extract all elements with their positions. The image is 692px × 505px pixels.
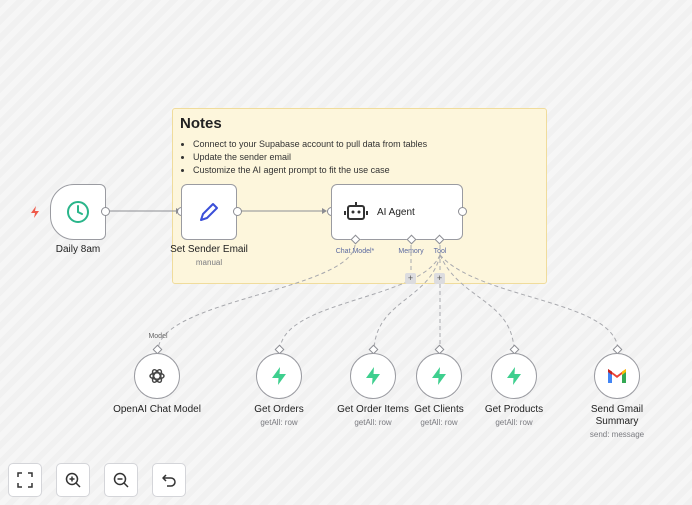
node-subtitle: getAll: row xyxy=(495,418,533,427)
node-label: Get Order Items xyxy=(337,404,409,415)
fit-view-button[interactable] xyxy=(8,463,42,497)
trigger-bolt-icon xyxy=(29,205,41,223)
get-order-items-node[interactable] xyxy=(350,353,396,399)
node-label: Daily 8am xyxy=(55,244,101,255)
node-label: Get Orders xyxy=(254,404,304,415)
gmail-icon xyxy=(608,369,626,383)
add-tool-button[interactable]: + xyxy=(434,273,445,284)
agent-title: AI Agent xyxy=(377,206,415,218)
node-label: Get Products xyxy=(484,404,544,415)
supabase-icon xyxy=(432,367,446,385)
fullscreen-icon xyxy=(17,472,33,488)
tool-port-label: Tool xyxy=(433,248,447,255)
memory-port-label: Memory xyxy=(398,248,424,255)
ai-agent-node[interactable]: AI Agent xyxy=(331,184,463,240)
openai-icon xyxy=(149,369,165,383)
supabase-icon xyxy=(507,367,521,385)
node-subtitle: manual xyxy=(195,258,223,267)
node-label: Send Gmail xyxy=(590,404,644,415)
pen-icon xyxy=(200,203,218,221)
get-clients-node[interactable] xyxy=(416,353,462,399)
connection-tool-gmail xyxy=(439,254,619,351)
node-label: Set Sender Email xyxy=(170,244,248,255)
clock-icon xyxy=(67,201,89,223)
get-products-node[interactable] xyxy=(491,353,537,399)
output-port[interactable] xyxy=(458,207,467,216)
supabase-icon xyxy=(272,367,286,385)
set-sender-node[interactable] xyxy=(181,184,237,240)
node-label-line2: Summary xyxy=(595,416,639,427)
get-orders-node[interactable] xyxy=(256,353,302,399)
node-label: Get Clients xyxy=(414,404,464,415)
zoom-out-icon xyxy=(113,472,129,488)
chat-model-port-label: Chat Model* xyxy=(335,248,375,255)
send-gmail-node[interactable] xyxy=(594,353,640,399)
zoom-in-button[interactable] xyxy=(56,463,90,497)
supabase-icon xyxy=(366,367,380,385)
connection-model xyxy=(157,244,356,351)
node-subtitle: getAll: row xyxy=(260,418,298,427)
output-port[interactable] xyxy=(101,207,110,216)
subnode-connections xyxy=(157,244,619,351)
node-subtitle: send: message xyxy=(589,430,645,439)
zoom-out-button[interactable] xyxy=(104,463,138,497)
connection-tool-orders xyxy=(279,254,441,351)
connection-tool-products xyxy=(439,254,515,351)
connection-tool-order-items xyxy=(373,254,441,351)
zoom-in-icon xyxy=(65,472,81,488)
node-label: OpenAI Chat Model xyxy=(113,404,201,415)
output-port[interactable] xyxy=(233,207,242,216)
model-port-label: Model xyxy=(148,333,168,340)
add-memory-button[interactable]: + xyxy=(405,273,416,284)
undo-button[interactable] xyxy=(152,463,186,497)
robot-icon xyxy=(344,202,368,220)
node-subtitle: getAll: row xyxy=(354,418,392,427)
node-subtitle: getAll: row xyxy=(420,418,458,427)
undo-icon xyxy=(162,474,176,487)
trigger-node-daily[interactable] xyxy=(50,184,106,240)
openai-chat-model-node[interactable] xyxy=(134,353,180,399)
